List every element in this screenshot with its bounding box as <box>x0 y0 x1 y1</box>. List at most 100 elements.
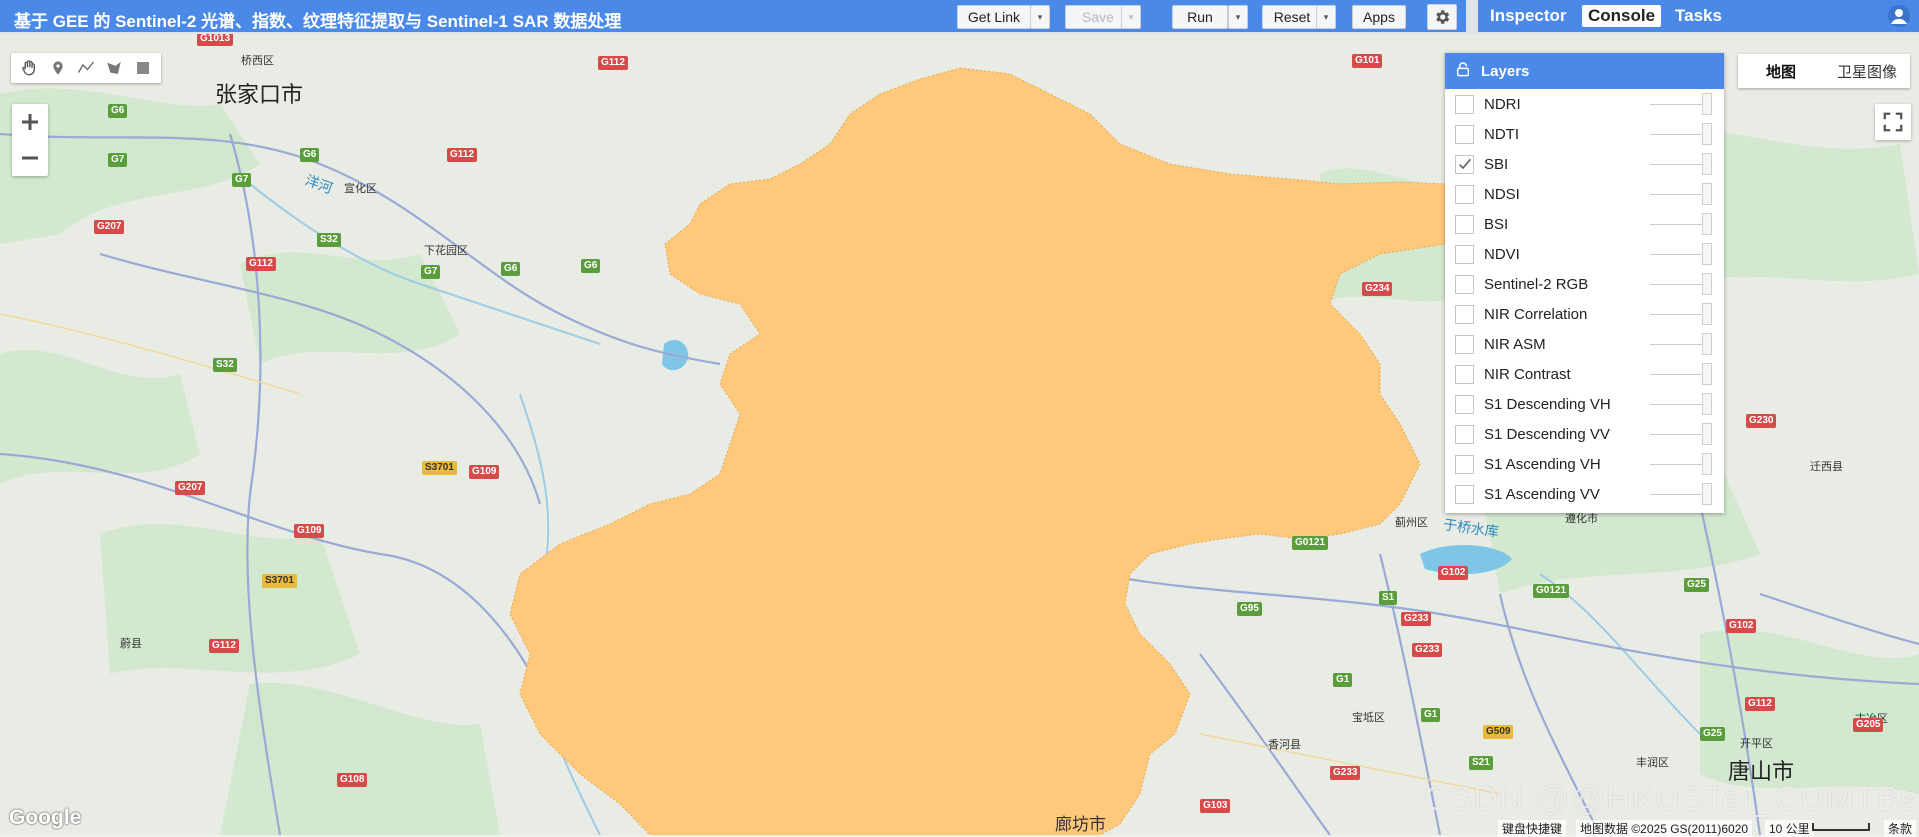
zoom-in-button[interactable] <box>12 104 48 140</box>
layer-checkbox[interactable] <box>1455 214 1474 234</box>
layer-checkbox[interactable] <box>1455 394 1474 414</box>
scale-label[interactable]: 10 公里 <box>1765 820 1814 837</box>
layer-checkbox[interactable] <box>1455 454 1474 474</box>
draw-rectangle-tool[interactable] <box>132 57 154 79</box>
fullscreen-button[interactable] <box>1875 104 1911 140</box>
map-data-attribution[interactable]: 地图数据 ©2025 GS(2011)6020 <box>1576 820 1753 837</box>
opacity-slider-thumb[interactable] <box>1702 183 1712 205</box>
get-link-button[interactable]: Get Link <box>957 5 1031 29</box>
layer-checkbox[interactable] <box>1455 304 1474 324</box>
run-button[interactable]: Run <box>1172 5 1228 29</box>
layers-panel: Layers NDRI NDTI SBI NDSI BSI NDVI Sentinel-2 … <box>1445 53 1724 513</box>
get-link-dropdown[interactable]: ▾ <box>1030 5 1050 29</box>
polygon-icon <box>107 62 122 74</box>
layer-checkbox[interactable] <box>1455 94 1474 114</box>
layer-row[interactable]: NIR Contrast <box>1445 359 1724 389</box>
reset-button[interactable]: Reset <box>1262 5 1322 29</box>
layer-row[interactable]: NDVI <box>1445 239 1724 269</box>
layer-row[interactable]: S1 Descending VH <box>1445 389 1724 419</box>
road-shield: G233 <box>1401 612 1432 626</box>
layers-header[interactable]: Layers <box>1445 53 1724 89</box>
opacity-slider-thumb[interactable] <box>1702 363 1712 385</box>
road-shield: G102 <box>1726 619 1757 633</box>
road-shield: G230 <box>1746 414 1777 428</box>
layer-checkbox[interactable] <box>1455 124 1474 144</box>
opacity-slider-thumb[interactable] <box>1702 123 1712 145</box>
terms-link[interactable]: 条款 <box>1884 820 1917 837</box>
opacity-slider-thumb[interactable] <box>1702 93 1712 115</box>
layer-checkbox[interactable] <box>1455 364 1474 384</box>
layer-row[interactable]: NDRI <box>1445 89 1724 119</box>
opacity-slider-thumb[interactable] <box>1702 453 1712 475</box>
settings-button[interactable] <box>1427 4 1457 30</box>
layer-checkbox[interactable] <box>1455 154 1474 174</box>
place-label: 蓟州区 <box>1395 517 1428 529</box>
user-icon <box>1888 5 1910 27</box>
layer-row[interactable]: S1 Descending VV <box>1445 419 1724 449</box>
opacity-slider-thumb[interactable] <box>1702 423 1712 445</box>
draw-line-tool[interactable] <box>75 57 97 79</box>
layer-row[interactable]: S1 Ascending VH <box>1445 449 1724 479</box>
layer-checkbox[interactable] <box>1455 244 1474 264</box>
layer-checkbox[interactable] <box>1455 484 1474 504</box>
road-shield: S32 <box>317 233 341 247</box>
map-type-control: 地图 卫星图像 <box>1738 54 1910 88</box>
opacity-slider-thumb[interactable] <box>1702 213 1712 235</box>
opacity-slider-thumb[interactable] <box>1702 333 1712 355</box>
layer-row[interactable]: S1 Ascending VV <box>1445 479 1724 509</box>
layer-row[interactable]: BSI <box>1445 209 1724 239</box>
road-shield: G25 <box>1684 578 1709 592</box>
tab-inspector[interactable]: Inspector <box>1490 6 1567 26</box>
opacity-slider-thumb[interactable] <box>1702 243 1712 265</box>
account-avatar[interactable] <box>1887 4 1911 33</box>
road-shield: S32 <box>213 358 237 372</box>
road-shield: G6 <box>581 259 601 273</box>
code-editor-toolbar: 基于 GEE 的 Sentinel-2 光谱、指数、纹理特征提取与 Sentin… <box>0 0 1466 32</box>
layer-checkbox[interactable] <box>1455 274 1474 294</box>
opacity-slider-thumb[interactable] <box>1702 483 1712 505</box>
tab-console[interactable]: Console <box>1582 5 1662 27</box>
checkmark-icon <box>1458 158 1471 170</box>
road-shield: S3701 <box>422 461 457 475</box>
road-shield: G112 <box>1745 697 1775 711</box>
place-label: 下花园区 <box>424 245 468 257</box>
pan-hand-tool[interactable] <box>18 57 40 79</box>
layer-row[interactable]: NIR Correlation <box>1445 299 1724 329</box>
layer-row[interactable]: Sentinel-2 RGB <box>1445 269 1724 299</box>
layer-row[interactable]: NIR ASM <box>1445 329 1724 359</box>
layer-checkbox[interactable] <box>1455 334 1474 354</box>
layer-name: S1 Ascending VV <box>1484 485 1600 503</box>
zoom-out-button[interactable] <box>12 140 48 176</box>
road-shield: G95 <box>1237 602 1262 616</box>
layer-name: NDRI <box>1484 95 1521 113</box>
layer-row[interactable]: NDSI <box>1445 179 1724 209</box>
layer-row[interactable]: SBI <box>1445 149 1724 179</box>
opacity-slider-thumb[interactable] <box>1702 303 1712 325</box>
layer-checkbox[interactable] <box>1455 424 1474 444</box>
draw-polygon-tool[interactable] <box>103 57 125 79</box>
tab-tasks[interactable]: Tasks <box>1675 6 1722 26</box>
layer-name: Sentinel-2 RGB <box>1484 275 1589 293</box>
reset-dropdown[interactable]: ▾ <box>1316 5 1336 29</box>
road-shield: G6 <box>501 262 521 276</box>
run-dropdown[interactable]: ▾ <box>1228 5 1248 29</box>
drawing-tools <box>11 53 161 83</box>
save-dropdown[interactable]: ▾ <box>1121 5 1141 29</box>
map-type-roadmap[interactable]: 地图 <box>1738 54 1824 88</box>
layer-checkbox[interactable] <box>1455 184 1474 204</box>
layer-name: NDVI <box>1484 245 1520 263</box>
opacity-slider-thumb[interactable] <box>1702 393 1712 415</box>
layer-row[interactable]: NDTI <box>1445 119 1724 149</box>
road-shield: G103 <box>1200 799 1231 813</box>
add-marker-tool[interactable] <box>47 57 69 79</box>
opacity-slider-thumb[interactable] <box>1702 273 1712 295</box>
lock-icon[interactable] <box>1455 60 1471 82</box>
map-type-satellite[interactable]: 卫星图像 <box>1824 54 1910 88</box>
opacity-slider-thumb[interactable] <box>1702 153 1712 175</box>
watermark: CSDN @@HKUSTer_CUMTBer <box>1424 780 1919 818</box>
keyboard-shortcuts-link[interactable]: 键盘快捷键 <box>1498 820 1567 837</box>
layers-title: Layers <box>1481 62 1530 80</box>
apps-button[interactable]: Apps <box>1352 5 1406 29</box>
layer-name: S1 Ascending VH <box>1484 455 1601 473</box>
city-label: 张家口市 <box>215 82 304 107</box>
